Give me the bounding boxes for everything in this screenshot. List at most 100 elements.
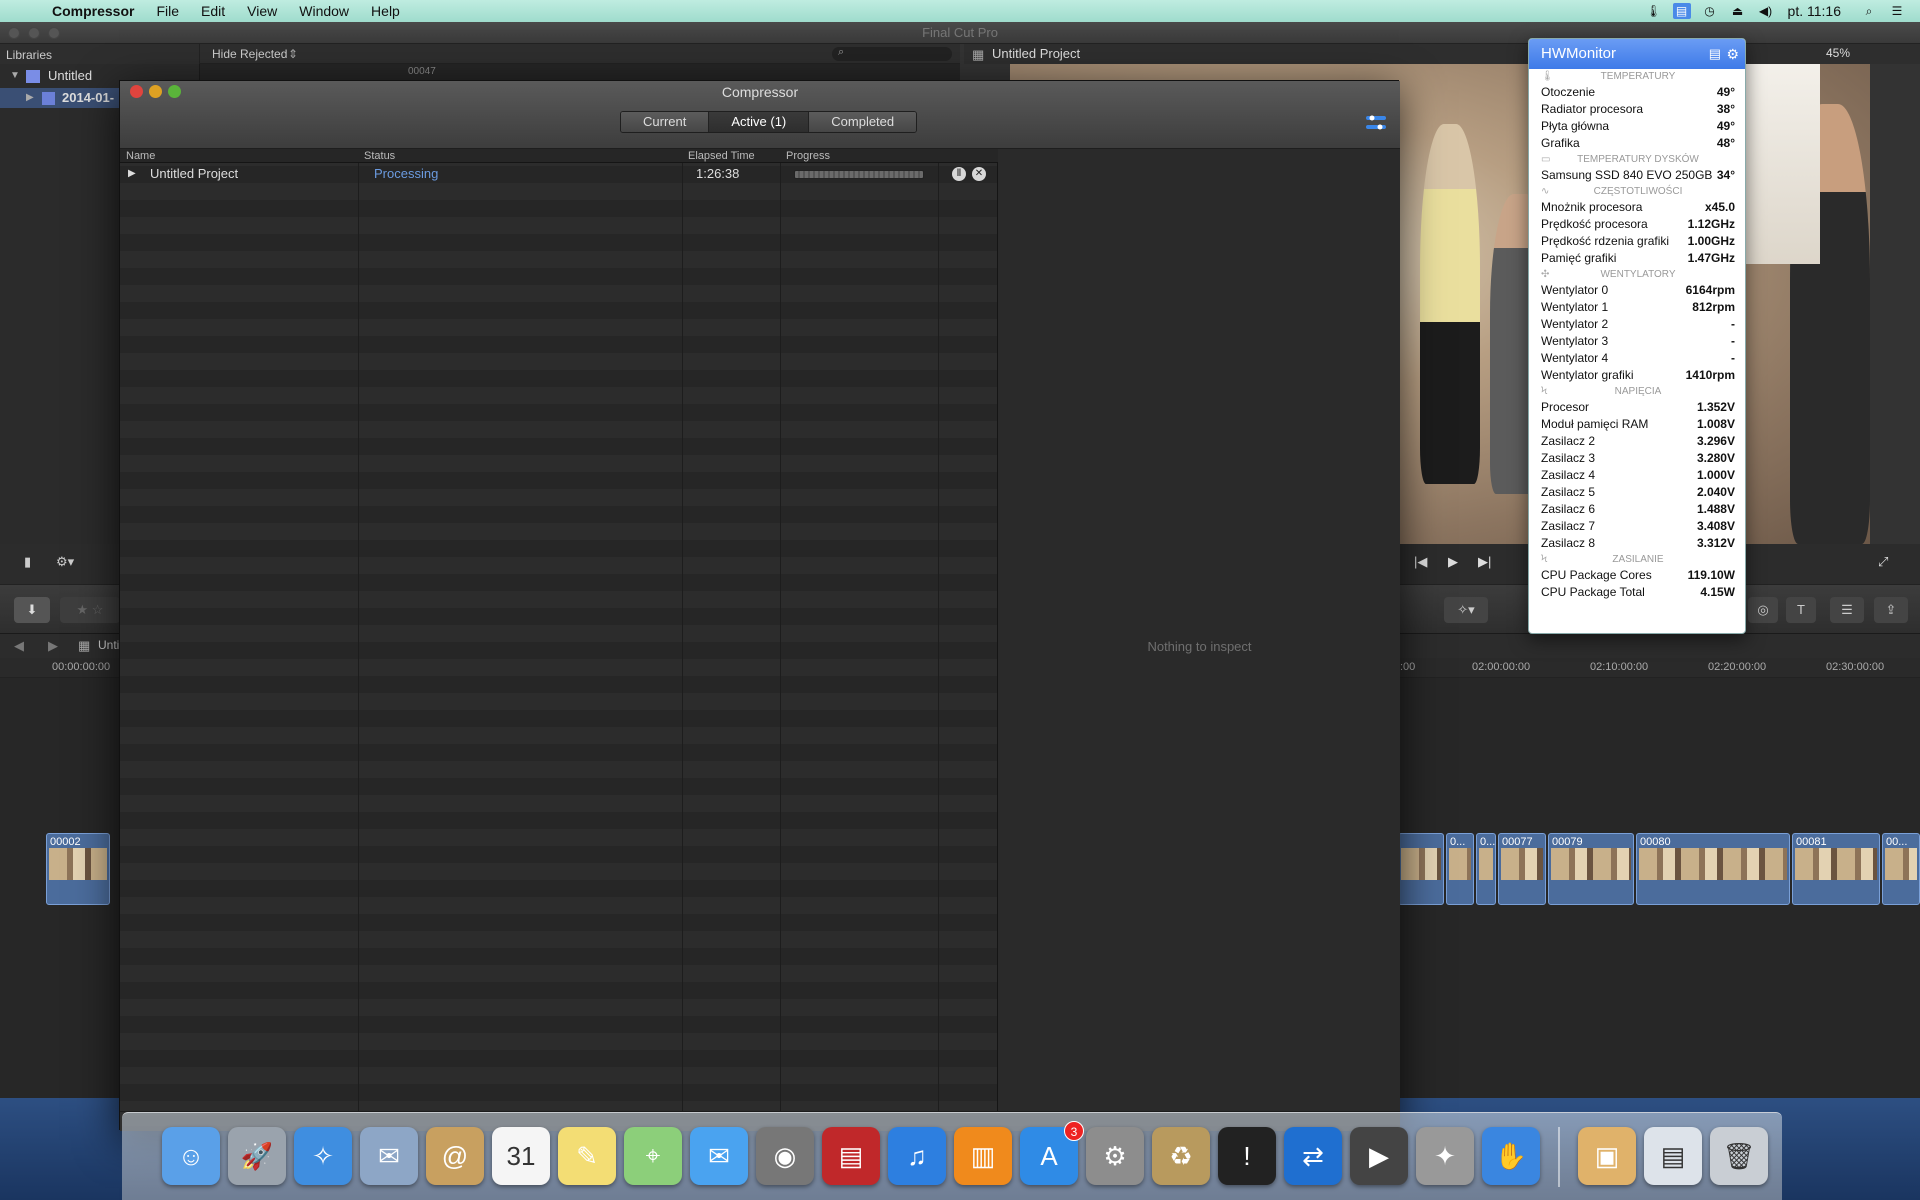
- hw-sensor-row[interactable]: Moduł pamięci RAM 1.008V: [1529, 416, 1745, 433]
- next-frame-icon[interactable]: ▶|: [1478, 554, 1491, 570]
- trash-icon[interactable]: 🗑: [1710, 1127, 1768, 1185]
- calendar-icon[interactable]: 31: [492, 1127, 550, 1185]
- eject-icon[interactable]: ⏏: [1729, 3, 1747, 19]
- launchpad-icon[interactable]: 🚀: [228, 1127, 286, 1185]
- hw-sensor-row[interactable]: Zasilacz 3 3.280V: [1529, 450, 1745, 467]
- menu-file[interactable]: File: [156, 3, 179, 19]
- viewer-zoom[interactable]: 45%: [1826, 46, 1850, 60]
- hw-sensor-row[interactable]: Wentylator 1 812rpm: [1529, 299, 1745, 316]
- timeline-clip[interactable]: 00002: [46, 833, 110, 905]
- fcp-close-button[interactable]: [8, 27, 20, 39]
- applications-folder-icon[interactable]: ▣: [1578, 1127, 1636, 1185]
- sidebar-toggle-icon[interactable]: ▮: [24, 554, 31, 570]
- column-progress[interactable]: Progress: [786, 149, 830, 163]
- compressor-icon[interactable]: ✦: [1416, 1127, 1474, 1185]
- share-icon[interactable]: ⇪: [1874, 597, 1908, 623]
- menu-edit[interactable]: Edit: [201, 3, 225, 19]
- safari-icon[interactable]: ✧: [294, 1127, 352, 1185]
- graph-icon[interactable]: ▤: [1709, 39, 1721, 69]
- hw-sensor-row[interactable]: Pamięć grafiki 1.47GHz: [1529, 250, 1745, 267]
- timeline-clip[interactable]: 00077: [1498, 833, 1546, 905]
- hw-sensor-row[interactable]: Zasilacz 4 1.000V: [1529, 467, 1745, 484]
- disclosure-closed-icon[interactable]: ▶: [128, 165, 136, 183]
- timeline-clip[interactable]: [1398, 833, 1444, 905]
- camera-icon[interactable]: ◎: [1748, 597, 1778, 623]
- volume-icon[interactable]: ◀): [1757, 3, 1775, 19]
- hw-sensor-row[interactable]: Grafika 48°: [1529, 135, 1745, 152]
- hwmonitor-status-icon[interactable]: ▤: [1672, 3, 1691, 19]
- hw-sensor-row[interactable]: Wentylator 0 6164rpm: [1529, 282, 1745, 299]
- hw-sensor-row[interactable]: Procesor 1.352V: [1529, 399, 1745, 416]
- hw-sensor-row[interactable]: Wentylator 4 -: [1529, 350, 1745, 367]
- hwmonitor-icon[interactable]: ✋: [1482, 1127, 1540, 1185]
- tab-current[interactable]: Current: [621, 112, 710, 132]
- timeline-clip[interactable]: 00...: [1882, 833, 1920, 905]
- hw-sensor-row[interactable]: CPU Package Cores 119.10W: [1529, 567, 1745, 584]
- disclosure-open-icon[interactable]: ▼: [10, 66, 20, 86]
- rating-icon[interactable]: ★ ☆: [60, 597, 120, 623]
- hw-sensor-row[interactable]: Wentylator 3 -: [1529, 333, 1745, 350]
- timeline-clip[interactable]: 00080: [1636, 833, 1790, 905]
- hw-sensor-row[interactable]: Prędkość procesora 1.12GHz: [1529, 216, 1745, 233]
- tab-completed[interactable]: Completed: [809, 112, 917, 132]
- forward-icon[interactable]: ▶: [48, 638, 58, 654]
- menu-help[interactable]: Help: [371, 3, 400, 19]
- hw-sensor-row[interactable]: Mnożnik procesora x45.0: [1529, 199, 1745, 216]
- itunes-icon[interactable]: ♫: [888, 1127, 946, 1185]
- hw-sensor-row[interactable]: Płyta główna 49°: [1529, 118, 1745, 135]
- facetime-icon[interactable]: ◉: [756, 1127, 814, 1185]
- browser-search-field[interactable]: [832, 47, 952, 61]
- menubar-clock[interactable]: pt. 11:16: [1788, 3, 1841, 19]
- column-elapsed-time[interactable]: Elapsed Time: [688, 149, 755, 163]
- hide-rejected-filter[interactable]: Hide Rejected: [212, 47, 287, 61]
- previous-frame-icon[interactable]: |◀: [1414, 554, 1427, 570]
- gear-icon[interactable]: ⚙▾: [56, 554, 74, 570]
- import-icon[interactable]: ⬇: [14, 597, 50, 623]
- final-cut-pro-icon[interactable]: ▶: [1350, 1127, 1408, 1185]
- notification-center-icon[interactable]: ☰: [1888, 3, 1906, 19]
- disclosure-closed-icon[interactable]: ▶: [26, 88, 34, 108]
- hw-sensor-row[interactable]: Zasilacz 7 3.408V: [1529, 518, 1745, 535]
- menu-view[interactable]: View: [247, 3, 277, 19]
- tab-active[interactable]: Active (1): [709, 112, 810, 132]
- photo-booth-icon[interactable]: ▤: [822, 1127, 880, 1185]
- hw-sensor-row[interactable]: Radiator procesora 38°: [1529, 101, 1745, 118]
- hw-sensor-row[interactable]: Zasilacz 8 3.312V: [1529, 535, 1745, 552]
- notes-icon[interactable]: ✎: [558, 1127, 616, 1185]
- column-name[interactable]: Name: [126, 149, 155, 163]
- mail-icon[interactable]: ✉: [360, 1127, 418, 1185]
- enhancements-icon[interactable]: ✧▾: [1444, 597, 1488, 623]
- thermometer-status-icon[interactable]: 🌡: [1645, 3, 1663, 19]
- fcp-minimize-button[interactable]: [28, 27, 40, 39]
- hw-sensor-row[interactable]: Wentylator grafiki 1410rpm: [1529, 367, 1745, 384]
- fcp-zoom-button[interactable]: [48, 27, 60, 39]
- time-machine-icon[interactable]: ◷: [1701, 3, 1719, 19]
- archive-utility-icon[interactable]: ♻: [1152, 1127, 1210, 1185]
- gear-icon[interactable]: ⚙: [1726, 39, 1739, 69]
- job-row[interactable]: ▶ Untitled Project Processing 1:26:38 Ⅱ …: [120, 165, 998, 183]
- hw-sensor-row[interactable]: Samsung SSD 840 EVO 250GB 34°: [1529, 167, 1745, 184]
- console-icon[interactable]: !: [1218, 1127, 1276, 1185]
- hw-sensor-row[interactable]: Zasilacz 2 3.296V: [1529, 433, 1745, 450]
- timeline-clip[interactable]: 0...: [1476, 833, 1496, 905]
- spotlight-icon[interactable]: ⌕: [1860, 3, 1878, 19]
- downloads-folder-icon[interactable]: ▤: [1644, 1127, 1702, 1185]
- filter-chevron-icon[interactable]: ⇕: [288, 47, 298, 61]
- app-store-icon[interactable]: A3: [1020, 1121, 1084, 1185]
- maps-icon[interactable]: ⌖: [624, 1127, 682, 1185]
- messages-icon[interactable]: ✉: [690, 1127, 748, 1185]
- timeline-clip[interactable]: 0...: [1446, 833, 1474, 905]
- finder-icon[interactable]: ☺: [162, 1127, 220, 1185]
- timeline-clip[interactable]: 00081: [1792, 833, 1880, 905]
- cancel-icon[interactable]: ✕: [972, 167, 986, 181]
- titles-icon[interactable]: T: [1786, 597, 1816, 623]
- inspector-toggle-icon[interactable]: [1364, 113, 1388, 133]
- menu-app-name[interactable]: Compressor: [52, 3, 134, 19]
- contacts-icon[interactable]: @: [426, 1127, 484, 1185]
- back-icon[interactable]: ◀: [14, 638, 24, 654]
- system-preferences-icon[interactable]: ⚙: [1086, 1127, 1144, 1185]
- hw-sensor-row[interactable]: CPU Package Total 4.15W: [1529, 584, 1745, 601]
- hw-sensor-row[interactable]: Prędkość rdzenia grafiki 1.00GHz: [1529, 233, 1745, 250]
- fullscreen-icon[interactable]: ⤢: [1878, 554, 1888, 570]
- column-status[interactable]: Status: [364, 149, 395, 163]
